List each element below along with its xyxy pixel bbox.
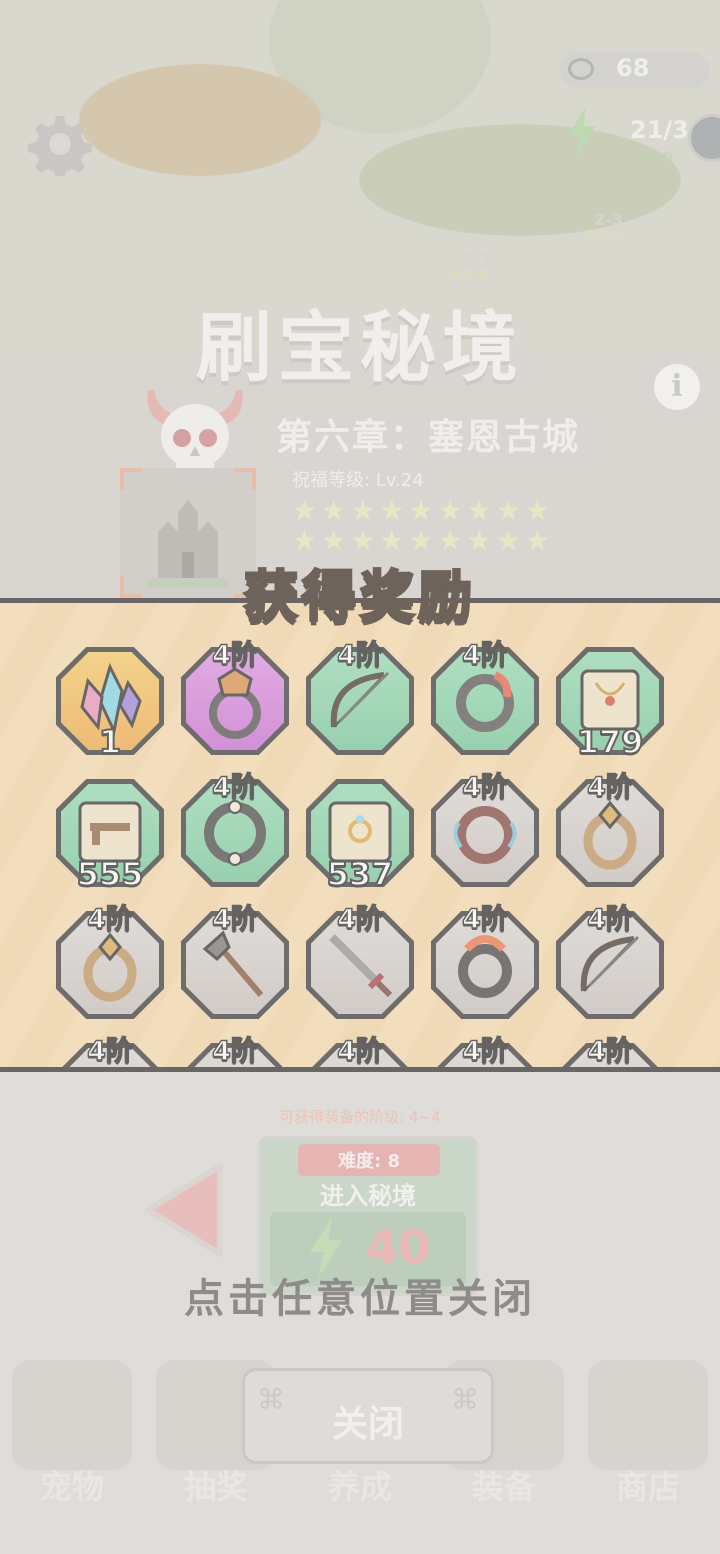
energy-bolt-icon: [568, 106, 596, 158]
reward-title: 获得奖励: [243, 564, 476, 630]
tab-pet-egg-icon[interactable]: [12, 1360, 132, 1470]
reward-item[interactable]: 4阶: [431, 639, 539, 755]
difficulty-text: 难度: 8: [338, 1151, 400, 1172]
info-icon[interactable]: i: [654, 364, 700, 410]
reward-item[interactable]: 4阶: [306, 1035, 414, 1067]
sword-icon: [329, 934, 393, 998]
bone-bracelet-icon: [204, 800, 266, 866]
item-tier: 4阶: [211, 1035, 258, 1067]
item-tier: 4阶: [586, 1035, 633, 1067]
item-quantity: 555: [76, 854, 145, 894]
reward-item[interactable]: 555: [56, 779, 164, 894]
reward-item[interactable]: 4阶: [181, 1035, 289, 1067]
reward-item[interactable]: 4阶: [431, 903, 539, 1019]
item-tier: 4阶: [461, 639, 508, 672]
item-tier: 4阶: [211, 639, 258, 672]
reward-item[interactable]: 4阶: [181, 903, 289, 1019]
item-tier: 4阶: [461, 903, 508, 936]
reward-item[interactable]: 4阶: [556, 1035, 664, 1067]
bow-icon: [330, 671, 390, 728]
item-tier: 4阶: [211, 903, 258, 936]
reward-item[interactable]: 4阶: [181, 771, 289, 887]
dungeon-title: 刷宝秘境: [196, 303, 524, 392]
reward-item[interactable]: 4阶: [181, 639, 289, 755]
equipment-tier-range: 可获得装备的阶级: 4~4: [279, 1108, 441, 1126]
item-tier: 4阶: [336, 1035, 383, 1067]
close-button-label: 关闭: [331, 1404, 404, 1445]
blessing-stars-row: ★★★★★★★★★: [292, 494, 554, 527]
reward-item[interactable]: 179: [556, 647, 664, 762]
axe-icon: [202, 930, 264, 997]
item-tier: 4阶: [586, 903, 633, 936]
item-quantity: 1: [98, 722, 122, 762]
amber-ring-icon: [209, 667, 261, 739]
chapter-name: 第六章：塞恩古城: [276, 417, 581, 458]
bow-icon: [580, 935, 640, 992]
gem-eye-icon: [568, 58, 594, 80]
item-tier: 4阶: [461, 771, 508, 804]
item-quantity: 179: [576, 722, 645, 762]
reward-item[interactable]: 4阶: [56, 903, 164, 1019]
reward-item[interactable]: 4阶: [306, 639, 414, 755]
reward-item[interactable]: 4阶: [431, 771, 539, 887]
item-tier: 4阶: [211, 771, 258, 804]
level-node-stars: ★★★: [450, 266, 491, 282]
reward-item[interactable]: 1: [56, 647, 164, 762]
enter-dungeon-label: 进入秘境: [320, 1182, 416, 1210]
prev-chapter-arrow-icon[interactable]: [140, 1160, 230, 1260]
item-tier: 4阶: [336, 639, 383, 672]
reward-item[interactable]: 4阶: [556, 771, 664, 887]
item-tier: 4阶: [336, 903, 383, 936]
tab-pet[interactable]: 宠物: [0, 1462, 144, 1508]
tap-to-close-hint[interactable]: 点击任意位置关闭: [0, 1266, 720, 1324]
energy-value: 21/3: [630, 116, 689, 144]
item-tier: 4阶: [86, 1035, 133, 1067]
currency-value: 68: [616, 54, 650, 82]
reward-item[interactable]: 4阶: [431, 1035, 539, 1067]
tab-upgrade[interactable]: 养成: [288, 1462, 432, 1508]
reward-item[interactable]: 4阶: [56, 1035, 164, 1067]
tab-shop-icon[interactable]: [588, 1360, 708, 1470]
tab-equipment[interactable]: 装备: [432, 1462, 576, 1508]
flame-ring-icon: [458, 935, 512, 998]
reward-item[interactable]: 537: [306, 779, 414, 894]
item-tier: 4阶: [461, 1035, 508, 1067]
reward-panel: 1 4阶 4阶 4阶 179 555 4阶 537 4阶 4阶 4阶 4阶 4阶 4阶 4阶 4阶 4阶 4阶 4阶…: [0, 598, 720, 1072]
item-tier: 4阶: [586, 771, 633, 804]
blessing-level: 祝福等级: Lv.24: [292, 470, 424, 491]
tab-lottery[interactable]: 抽奖: [144, 1462, 288, 1508]
gold-ring-icon: [83, 932, 137, 1002]
tab-shop[interactable]: 商店: [576, 1462, 720, 1508]
fire-bracelet-icon: [456, 671, 514, 732]
water-bracelet-icon: [453, 806, 517, 864]
energy-regen-timer: 6分钟回复: [614, 152, 675, 167]
close-button[interactable]: ⌘ ⌘ 关闭: [242, 1368, 494, 1464]
gold-ring-icon: [583, 800, 637, 870]
level-node-stars: ★★★: [584, 226, 625, 242]
reward-item[interactable]: 4阶: [306, 903, 414, 1019]
item-quantity: 537: [326, 854, 395, 894]
item-tier: 4阶: [86, 903, 133, 936]
reward-item[interactable]: 4阶: [556, 903, 664, 1019]
settings-gear-icon[interactable]: [28, 112, 92, 176]
